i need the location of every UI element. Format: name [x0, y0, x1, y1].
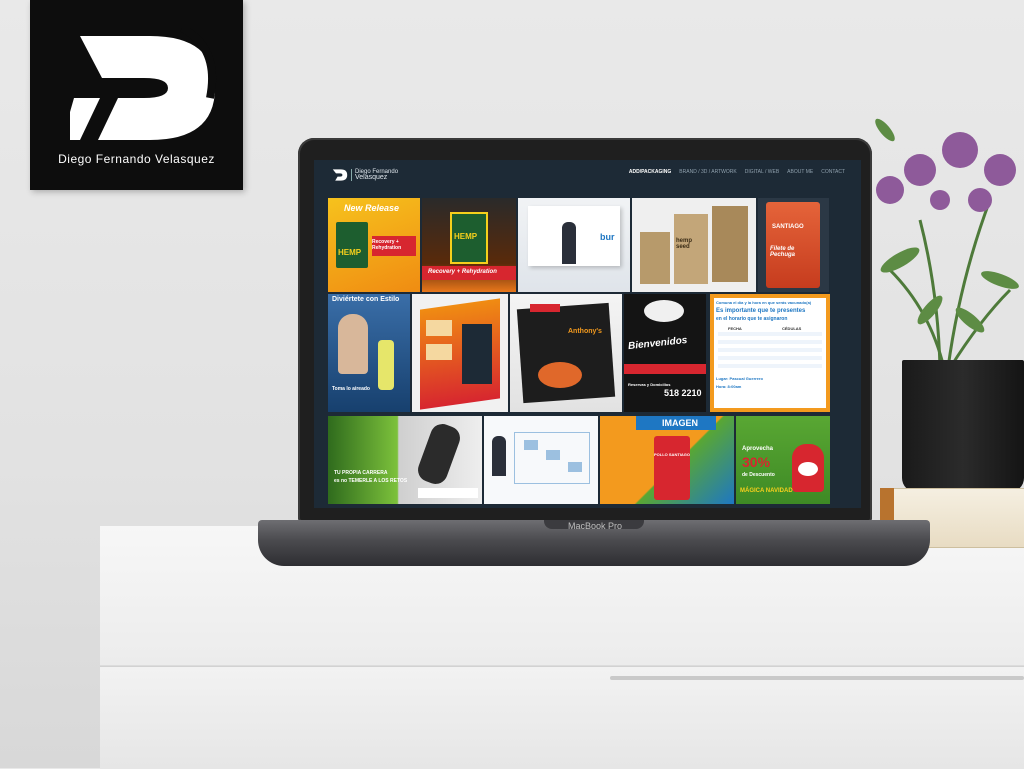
site-nav: ADD/PACKAGING BRAND / 3D / ARTWORK DIGIT…	[629, 169, 845, 175]
tile-percent: 30%	[742, 454, 771, 470]
tile-phone: 518 2210	[664, 388, 702, 398]
portfolio-tile-bur-box[interactable]: bur	[518, 198, 630, 292]
nav-contact[interactable]: CONTACT	[821, 169, 845, 175]
portfolio-tile-estilo[interactable]: Diviértete con Estilo Toma lo aireado	[328, 294, 410, 412]
tile-line2: es no TEMERLE A LOS RETOS	[334, 478, 408, 484]
tile-brand: hemp seed	[676, 238, 693, 250]
tile-brand: SANTIAGO	[772, 224, 804, 230]
tile-title: Diviértete con Estilo	[332, 296, 400, 303]
tile-title: IMAGEN	[662, 418, 698, 428]
laptop-brand-label: MacBook Pro	[567, 521, 623, 531]
nav-add-packaging[interactable]: ADD/PACKAGING	[629, 169, 671, 175]
flower-icon	[875, 118, 1019, 369]
nav-digital-web[interactable]: DIGITAL / WEB	[745, 169, 779, 175]
tile-subtitle: Recovery + Rehydration	[372, 239, 402, 251]
portfolio-tile-hemp-recovery[interactable]: HEMP Recovery + Rehydration	[422, 198, 516, 292]
tile-subtitle: de Descuento	[742, 472, 775, 478]
portfolio-tile-hemp-release[interactable]: New Release HEMP Recovery + Rehydration	[328, 198, 420, 292]
tile-brand: HEMP	[338, 248, 362, 257]
portfolio-tile-vacunacion[interactable]: Comuna el día y la hora en que serás vac…	[710, 294, 830, 412]
tile-label-fecha: FECHA	[728, 326, 742, 331]
tile-subtitle: Recovery + Rehydration	[428, 269, 497, 275]
desk-front	[100, 666, 1024, 769]
tile-subtitle: Filete de Pechuga	[770, 246, 796, 258]
plant-pot	[902, 360, 1024, 492]
portfolio-tile-adidas[interactable]: TU PROPIA CARRERA es no TEMERLE A LOS RE…	[328, 416, 482, 504]
tile-top: Comuna el día y la hora en que serás vac…	[716, 300, 812, 305]
portfolio-tile-pollo-santiago[interactable]: IMAGEN POLLO SANTIAGO	[600, 416, 734, 504]
tile-place: Lugar: Pascual Guerrero	[716, 376, 763, 381]
nav-brand-3d-artwork[interactable]: BRAND / 3D / ARTWORK	[679, 169, 736, 175]
brand-logo-card: Diego Fernando Velasquez	[30, 0, 243, 190]
tile-brand: POLLO SANTIAGO	[654, 452, 690, 457]
tile-subtitle: Toma lo aireado	[332, 386, 370, 392]
tile-line1: TU PROPIA CARRERA	[334, 470, 388, 476]
portfolio-tile-diagram[interactable]	[484, 416, 598, 504]
nav-about-me[interactable]: ABOUT ME	[787, 169, 813, 175]
tile-label-cedulas: CÉDULAS	[782, 326, 802, 331]
site-logo-line2: Velasquez	[355, 174, 388, 181]
portfolio-tile-hemp-seed-bags[interactable]: hemp seed	[632, 198, 756, 292]
df-logo-icon	[70, 28, 217, 140]
site-logo-icon	[332, 169, 348, 181]
tile-head: Aprovecha	[742, 446, 774, 452]
tile-time: Hora: 8:00am	[716, 384, 742, 389]
site-header: Diego Fernando Velasquez ADD/PACKAGING B…	[314, 160, 861, 196]
tile-title: Anthony's	[568, 328, 602, 335]
tile-title: New Release	[344, 203, 400, 213]
site-logo[interactable]: Diego Fernando Velasquez	[332, 168, 398, 182]
portfolio-tile-anthonys-pizza[interactable]: Anthony's	[510, 294, 622, 412]
tile-brand: HEMP	[454, 232, 478, 241]
tile-title: Es importante que te presentes	[716, 308, 806, 314]
tile-subtitle: en el horario que te asignaron	[716, 316, 788, 322]
portfolio-tile-santiago-chicken[interactable]: SANTIAGO Filete de Pechuga	[758, 198, 829, 292]
drawer-handle	[610, 676, 1024, 680]
tile-brand: bur	[600, 232, 615, 242]
tile-footer: MÁGICA NAVIDAD	[740, 488, 793, 494]
tile-subtitle: Reservas y Domicilios	[628, 382, 671, 387]
portfolio-tile-bienvenidos[interactable]: Bienvenidos Reservas y Domicilios 518 22…	[624, 294, 706, 412]
laptop-screen: Diego Fernando Velasquez ADD/PACKAGING B…	[314, 160, 861, 508]
portfolio-tile-navidad[interactable]: Aprovecha 30% de Descuento MÁGICA NAVIDA…	[736, 416, 830, 504]
portfolio-tile-menu-brochure[interactable]	[412, 294, 508, 412]
logo-name-text: Diego Fernando Velasquez	[58, 152, 215, 166]
tile-title: Bienvenidos	[627, 334, 688, 353]
